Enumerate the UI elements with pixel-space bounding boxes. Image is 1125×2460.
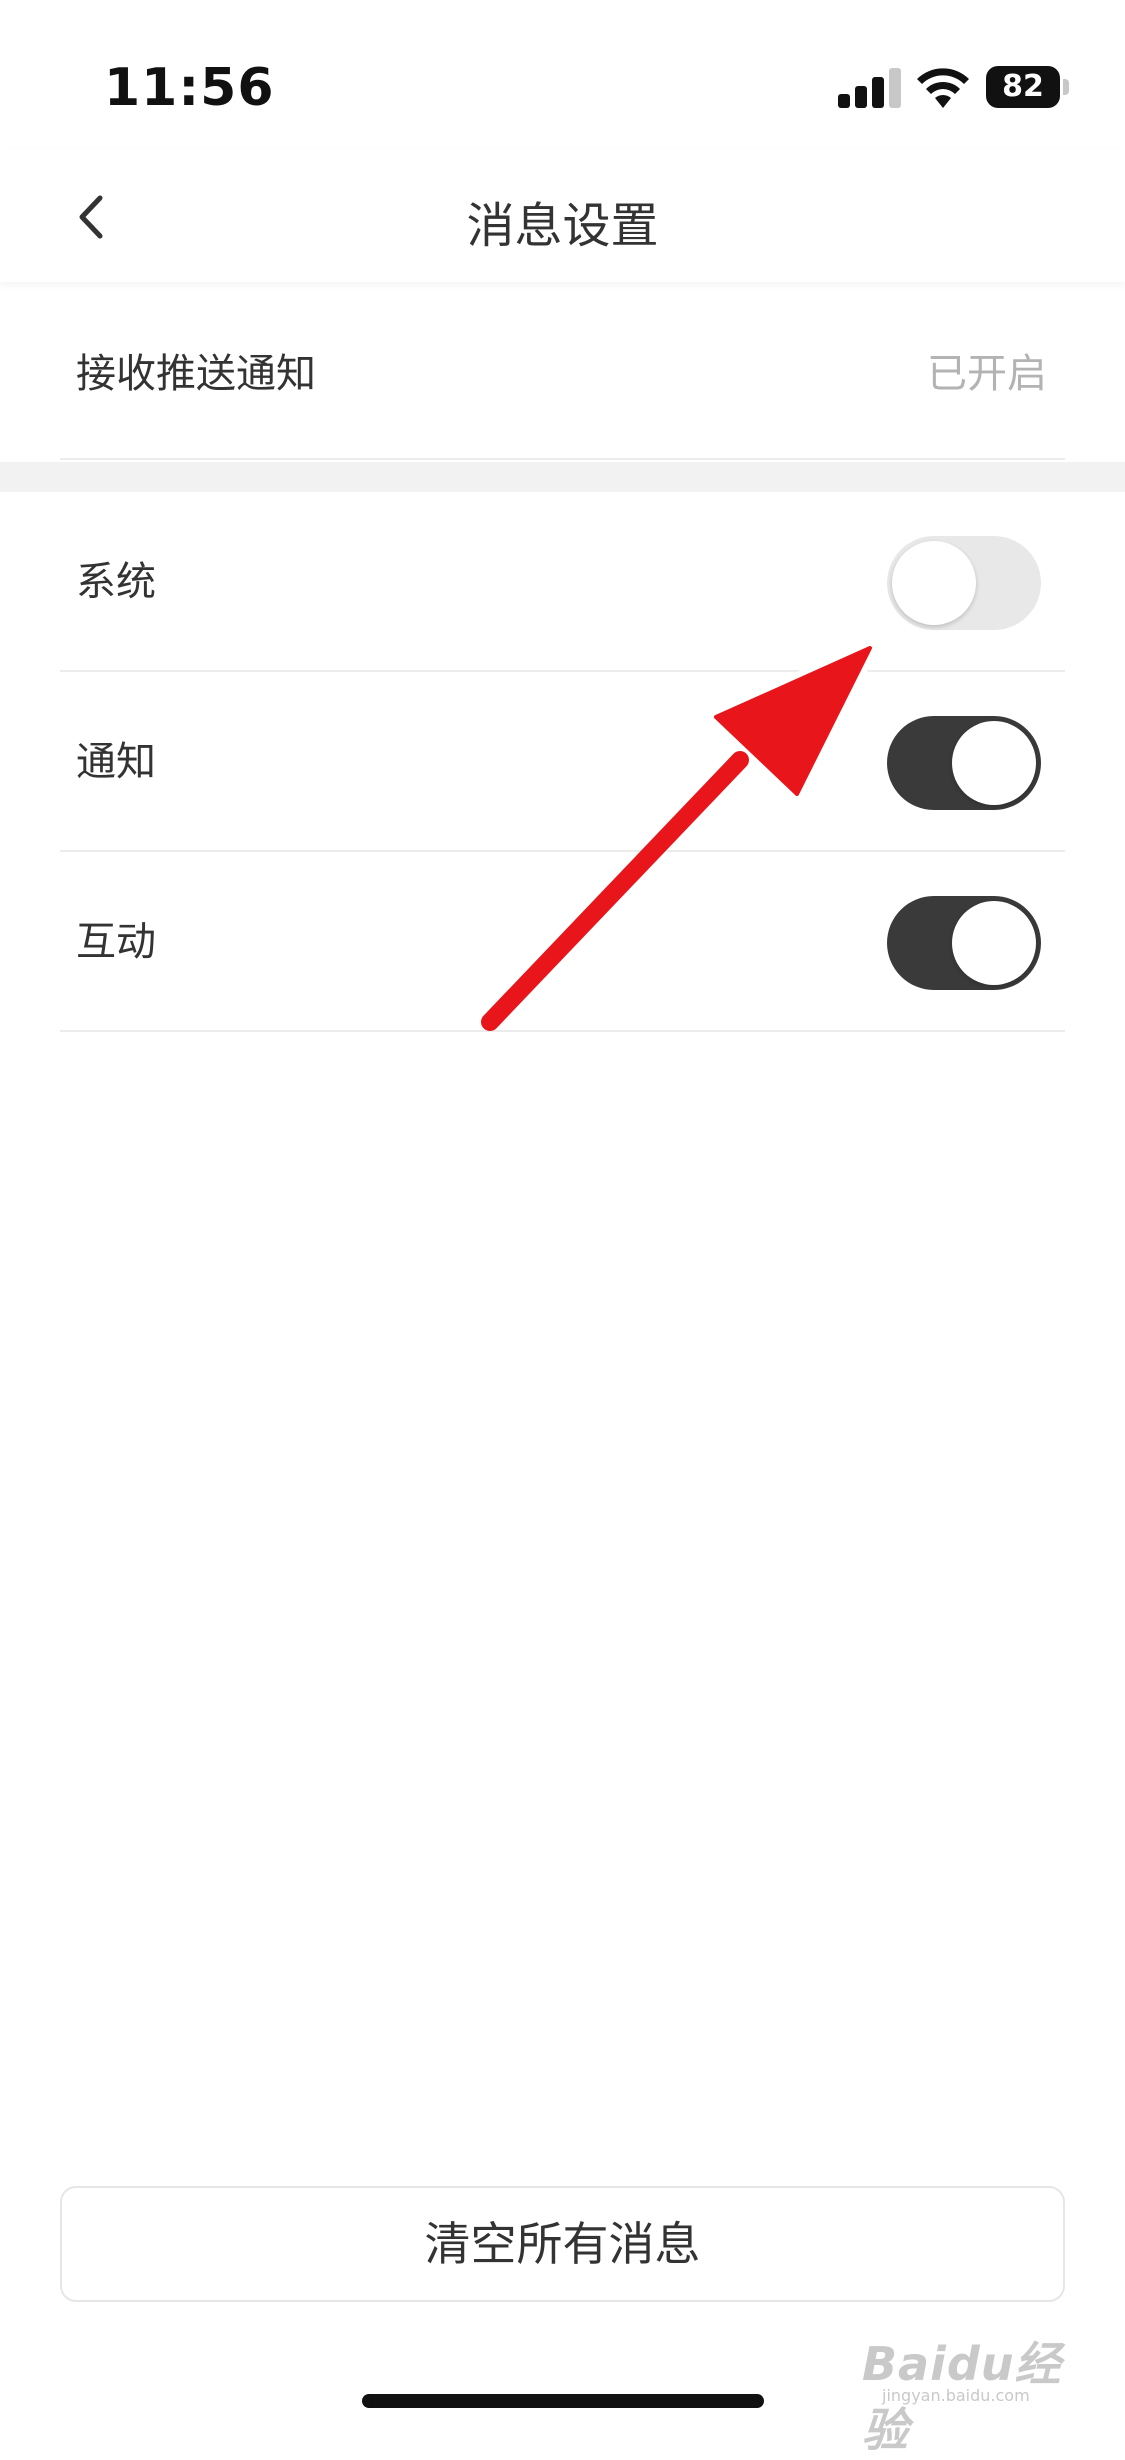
push-notification-label: 接收推送通知 — [76, 351, 316, 397]
section-gap — [0, 462, 1125, 492]
toggle-knob — [952, 901, 1036, 985]
red-arrow-annotation — [481, 640, 878, 1031]
clear-all-messages-button[interactable]: 清空所有消息 — [60, 2186, 1065, 2302]
divider — [60, 458, 1065, 460]
interaction-toggle[interactable] — [887, 896, 1041, 990]
toggle-knob — [952, 721, 1036, 805]
battery-level: 82 — [1002, 69, 1044, 104]
push-notification-row[interactable]: 接收推送通知 已开启 — [60, 284, 1065, 464]
status-time: 11:56 — [104, 58, 275, 118]
watermark-url: jingyan.baidu.com — [882, 2386, 1030, 2405]
setting-label-interaction: 互动 — [76, 919, 156, 965]
battery-icon: 82 — [986, 66, 1069, 110]
wifi-icon — [917, 68, 969, 108]
system-toggle[interactable] — [887, 536, 1041, 630]
status-bar: 11:56 82 — [0, 0, 1125, 150]
setting-label-notification: 通知 — [76, 739, 156, 785]
notification-toggle[interactable] — [887, 716, 1041, 810]
setting-label-system: 系统 — [76, 559, 156, 605]
navigation-bar: 消息设置 — [0, 150, 1125, 282]
baidu-watermark: Baidu经验 jingyan.baidu.com — [862, 2328, 1072, 2457]
cellular-signal-icon — [838, 66, 901, 108]
toggle-knob — [892, 541, 976, 625]
page-title: 消息设置 — [466, 198, 659, 254]
push-notification-status: 已开启 — [927, 351, 1047, 397]
home-indicator[interactable] — [362, 2394, 764, 2408]
